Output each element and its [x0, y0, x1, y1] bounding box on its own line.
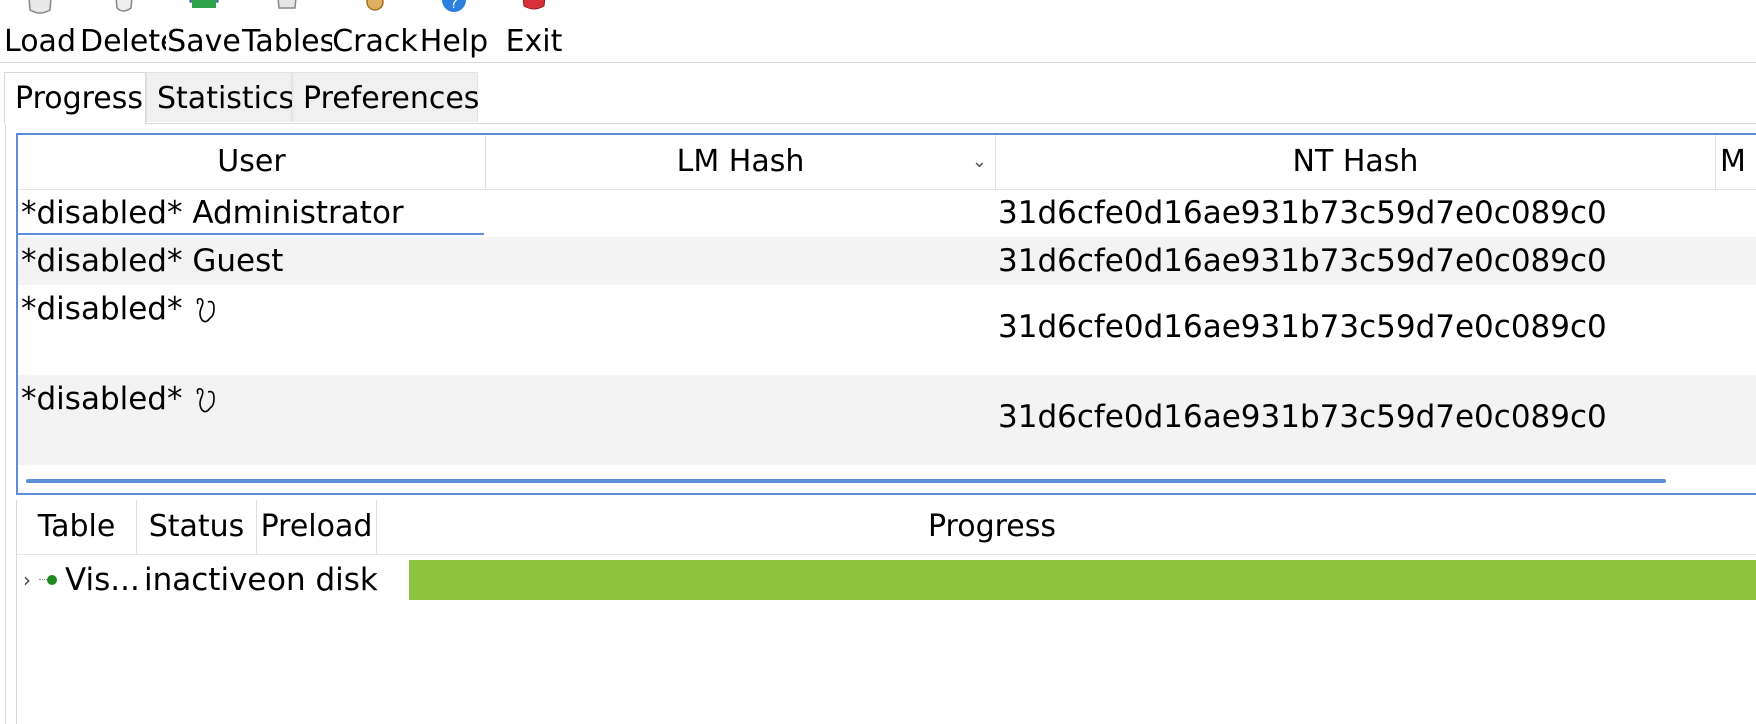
preload-cell: on disk — [267, 562, 378, 598]
help-button[interactable]: ? Help — [418, 0, 490, 62]
exit-button[interactable]: Exit — [496, 0, 572, 62]
nt-hash-cell: 31d6cfe0d16ae931b73c59d7e0c089c0 — [998, 309, 1607, 345]
crack-button[interactable]: Crack — [332, 0, 418, 62]
load-icon — [28, 0, 52, 14]
chevron-down-icon: ⌄ — [971, 151, 987, 172]
nt-hash-cell: 31d6cfe0d16ae931b73c59d7e0c089c0 — [998, 243, 1607, 279]
svg-text:?: ? — [450, 0, 457, 12]
user-cell: *disabled* — [21, 285, 220, 333]
table-row[interactable]: *disabled* 31d6cfe0d16ae931b73c59d7e0c08… — [18, 285, 1756, 375]
user-cell: *disabled* — [21, 375, 220, 423]
expand-chevron-icon[interactable]: › — [23, 554, 31, 606]
user-cell: *disabled* Guest — [21, 243, 284, 279]
column-header-lm-hash-label: LM Hash — [676, 144, 805, 179]
user-cell-text: *disabled* — [21, 381, 193, 417]
column-header-nt-hash[interactable]: NT Hash — [996, 135, 1716, 189]
column-header-m[interactable]: M — [1716, 135, 1756, 189]
progress-bar — [409, 560, 1756, 600]
tables-button[interactable]: Tables — [242, 0, 332, 62]
help-icon: ? — [442, 0, 466, 12]
horizontal-scrollbar[interactable] — [26, 479, 1666, 483]
table-name-cell: Vis... — [65, 562, 140, 598]
column-header-progress[interactable]: Progress — [377, 500, 1756, 554]
column-header-table[interactable]: Table — [17, 500, 137, 554]
table-row[interactable]: *disabled* Guest 31d6cfe0d16ae931b73c59d… — [18, 237, 1756, 285]
tab-progress[interactable]: Progress — [4, 72, 146, 125]
user-cell-text: *disabled* — [21, 291, 193, 327]
load-button[interactable]: Load — [0, 0, 80, 62]
tables-list[interactable]: Table Status Preload Progress › Vis... i… — [16, 500, 1756, 724]
table-row[interactable]: *disabled* Administrator 31d6cfe0d16ae93… — [18, 189, 1756, 237]
tab-statistics[interactable]: Statistics — [146, 72, 294, 122]
table-row[interactable]: *disabled* 31d6cfe0d16ae931b73c59d7e0c08… — [18, 375, 1756, 465]
panel-border — [5, 123, 6, 724]
hash-list-header: User LM Hash ⌄ NT Hash M — [18, 135, 1756, 190]
hash-list[interactable]: User LM Hash ⌄ NT Hash M *disabled* Admi… — [16, 133, 1756, 495]
unknown-glyph-icon — [196, 387, 216, 412]
save-icon — [189, 0, 219, 8]
status-cell: inactive — [144, 562, 267, 598]
nt-hash-cell: 31d6cfe0d16ae931b73c59d7e0c089c0 — [998, 399, 1607, 435]
exit-icon — [522, 0, 546, 10]
table-row[interactable]: › Vis... inactive on disk — [17, 554, 1756, 606]
column-header-status[interactable]: Status — [137, 500, 257, 554]
toolbar: Load Delete Save Tables Crack ? Help — [0, 0, 1756, 63]
user-cell: *disabled* Administrator — [21, 195, 404, 231]
tables-icon — [277, 0, 297, 9]
status-dot-icon — [47, 575, 57, 585]
delete-icon — [115, 0, 133, 12]
cell-focus-underline — [18, 233, 484, 235]
nt-hash-cell: 31d6cfe0d16ae931b73c59d7e0c089c0 — [998, 195, 1607, 231]
column-header-preload[interactable]: Preload — [257, 500, 377, 554]
crack-icon — [366, 0, 384, 11]
column-header-lm-hash[interactable]: LM Hash ⌄ — [486, 135, 996, 189]
tab-preferences[interactable]: Preferences — [292, 72, 479, 122]
save-button[interactable]: Save — [166, 0, 242, 62]
column-header-user[interactable]: User — [18, 135, 486, 189]
tables-list-header: Table Status Preload Progress — [17, 500, 1756, 555]
delete-button[interactable]: Delete — [80, 0, 166, 62]
tab-divider — [4, 123, 1756, 124]
unknown-glyph-icon — [196, 297, 216, 322]
